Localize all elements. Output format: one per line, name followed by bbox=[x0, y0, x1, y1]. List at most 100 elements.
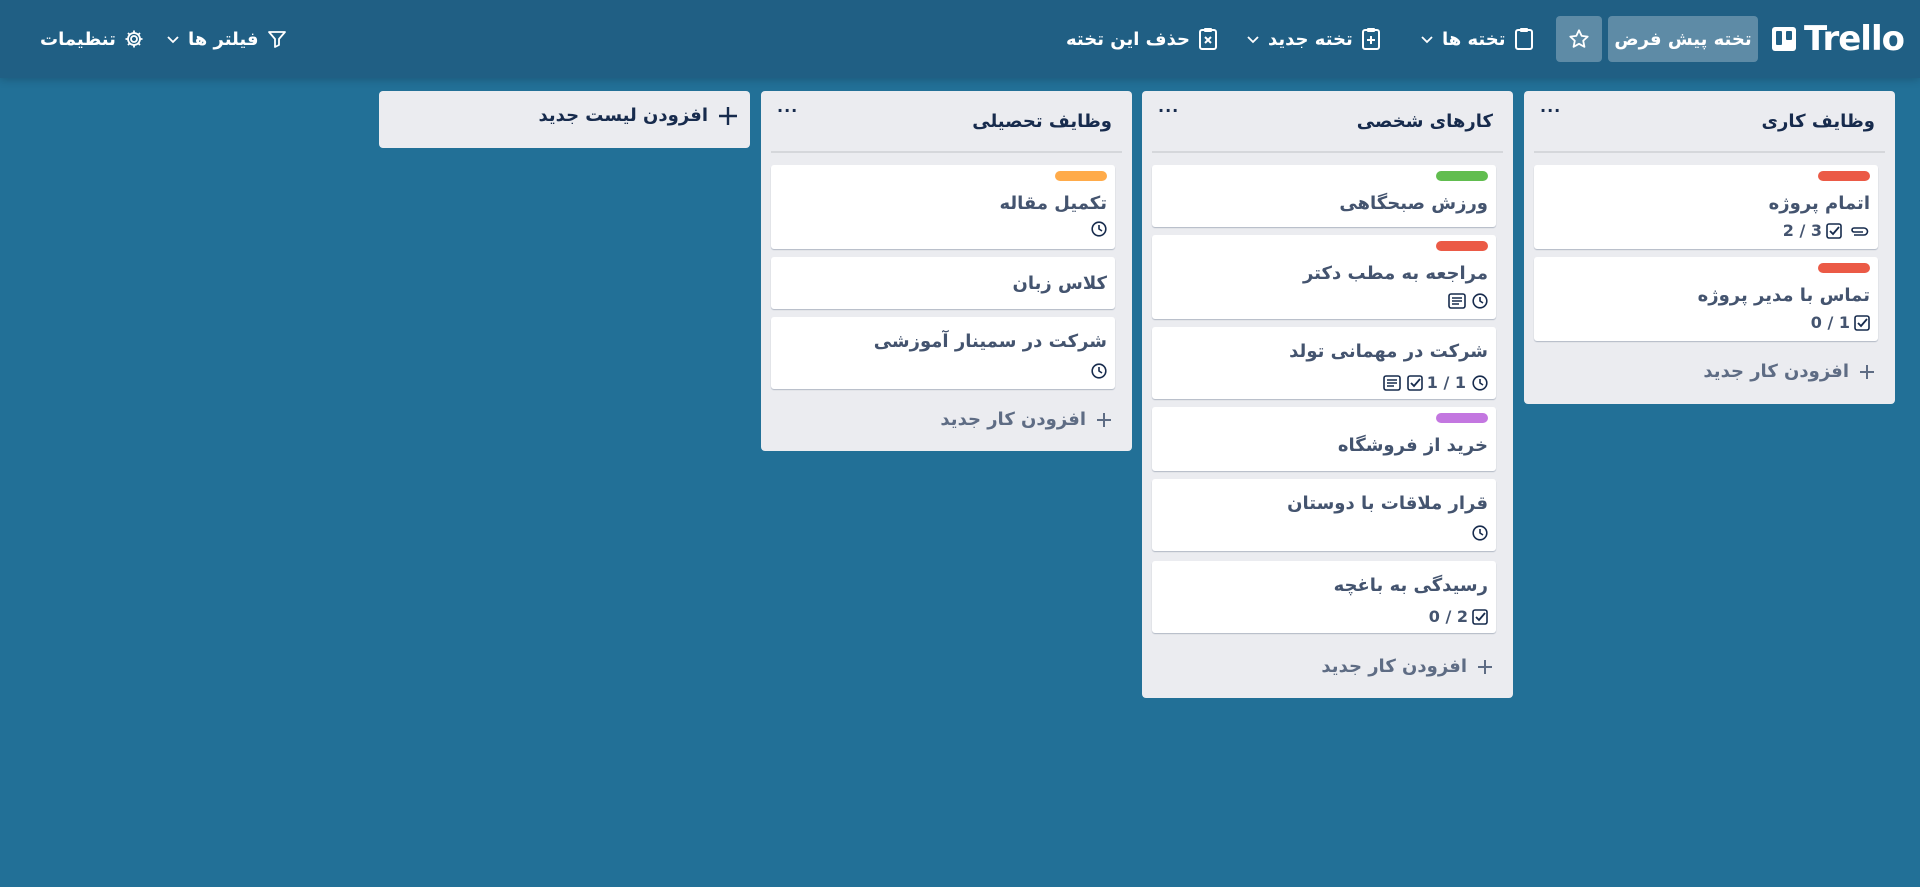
checklist-count: 2 / 3 bbox=[1782, 221, 1822, 240]
list-divider bbox=[1534, 151, 1885, 153]
clock-icon bbox=[1472, 293, 1488, 309]
card-language-class[interactable]: کلاس زبان bbox=[771, 257, 1115, 309]
checkbox-icon bbox=[1854, 314, 1870, 331]
chevron-down-icon bbox=[1246, 32, 1260, 46]
card-morning-exercise[interactable]: ورزش صبحگاهی bbox=[1152, 165, 1496, 227]
description-icon bbox=[1448, 293, 1466, 309]
list-study-tasks: وظایف تحصیلی ··· تکمیل مقاله کلاس زبان ش… bbox=[761, 91, 1132, 451]
checklist-badge: 1 / 1 bbox=[1406, 373, 1466, 392]
plus-icon bbox=[1477, 659, 1493, 675]
add-card-label: افزودن کار جدید bbox=[1321, 656, 1467, 677]
add-list-content: افزودن لیست جدید bbox=[539, 105, 738, 126]
card-doctor-visit[interactable]: مراجعه به مطب دکتر bbox=[1152, 235, 1496, 319]
card-finish-article[interactable]: تکمیل مقاله bbox=[771, 165, 1115, 249]
card-title: خرید از فروشگاه bbox=[1337, 435, 1488, 456]
clipboard-x-icon bbox=[1198, 27, 1218, 51]
settings-button[interactable]: تنظیمات bbox=[40, 16, 144, 62]
card-label bbox=[1818, 171, 1870, 181]
card-title: مراجعه به مطب دکتر bbox=[1302, 263, 1488, 284]
clock-icon bbox=[1472, 525, 1488, 541]
card-title: قرار ملاقات با دوستان bbox=[1287, 493, 1488, 514]
card-label bbox=[1436, 241, 1488, 251]
chevron-down-icon bbox=[166, 32, 180, 46]
add-card-button[interactable]: افزودن کار جدید bbox=[1703, 361, 1875, 382]
list-title: وظایف تحصیلی bbox=[972, 111, 1112, 132]
list-work-tasks: وظایف کاری ··· اتمام پروژه 2 / 3 تماس با… bbox=[1524, 91, 1895, 404]
new-board-button[interactable]: تخته جدید bbox=[1246, 16, 1381, 62]
list-title: کارهای شخصی bbox=[1356, 111, 1493, 132]
card-label bbox=[1436, 171, 1488, 181]
card-label bbox=[1818, 263, 1870, 273]
add-card-label: افزودن کار جدید bbox=[1703, 361, 1849, 382]
add-card-label: افزودن کار جدید bbox=[940, 409, 1086, 430]
card-title: تکمیل مقاله bbox=[999, 193, 1107, 214]
card-title: ورزش صبحگاهی bbox=[1339, 193, 1488, 214]
add-card-button[interactable]: افزودن کار جدید bbox=[940, 409, 1112, 430]
settings-label: تنظیمات bbox=[40, 28, 116, 50]
filter-icon bbox=[267, 29, 287, 49]
logo-text: Trello bbox=[1804, 19, 1905, 59]
card-garden[interactable]: رسیدگی به باغچه 0 / 2 bbox=[1152, 561, 1496, 633]
card-call-project-manager[interactable]: تماس با مدیر پروژه 0 / 1 bbox=[1534, 257, 1878, 341]
trello-logo-icon bbox=[1772, 27, 1796, 51]
card-meet-friends[interactable]: قرار ملاقات با دوستان bbox=[1152, 479, 1496, 551]
list-menu-button[interactable]: ··· bbox=[1540, 101, 1561, 120]
paperclip-icon bbox=[1848, 224, 1870, 238]
checkbox-icon bbox=[1472, 608, 1488, 625]
card-badges: 0 / 2 bbox=[1429, 607, 1488, 626]
boards-label: تخته ها bbox=[1442, 28, 1506, 50]
clipboard-icon bbox=[1514, 27, 1534, 51]
clock-icon bbox=[1472, 374, 1488, 391]
filters-label: فیلتر ها bbox=[188, 28, 259, 50]
plus-icon bbox=[1859, 364, 1875, 380]
card-seminar[interactable]: شرکت در سمینار آموزشی bbox=[771, 317, 1115, 389]
delete-board-label: حذف این تخته bbox=[1066, 28, 1190, 50]
add-list-label: افزودن لیست جدید bbox=[538, 105, 708, 126]
checkbox-icon bbox=[1826, 222, 1842, 239]
clock-icon bbox=[1091, 221, 1107, 237]
card-badges bbox=[1472, 525, 1488, 541]
list-personal-tasks: کارهای شخصی ··· ورزش صبحگاهی مراجعه به م… bbox=[1142, 91, 1513, 698]
add-card-button[interactable]: افزودن کار جدید bbox=[1321, 656, 1493, 677]
gear-icon bbox=[124, 29, 144, 49]
card-badges: 0 / 1 bbox=[1811, 313, 1870, 332]
card-title: شرکت در مهمانی تولد bbox=[1289, 341, 1488, 362]
delete-board-button[interactable]: حذف این تخته bbox=[1066, 16, 1218, 62]
list-divider bbox=[1152, 151, 1503, 153]
list-menu-button[interactable]: ··· bbox=[1158, 101, 1179, 120]
add-list-button[interactable]: افزودن لیست جدید bbox=[379, 91, 750, 148]
card-title: شرکت در سمینار آموزشی bbox=[873, 331, 1107, 352]
list-menu-button[interactable]: ··· bbox=[777, 101, 798, 120]
list-divider bbox=[771, 151, 1122, 153]
chevron-down-icon bbox=[1420, 32, 1434, 46]
trello-logo[interactable]: Trello bbox=[1772, 16, 1905, 62]
card-label bbox=[1436, 413, 1488, 423]
card-title: رسیدگی به باغچه bbox=[1333, 575, 1488, 596]
new-board-label: تخته جدید bbox=[1268, 28, 1353, 50]
card-shopping[interactable]: خرید از فروشگاه bbox=[1152, 407, 1496, 471]
filters-button[interactable]: فیلتر ها bbox=[166, 16, 287, 62]
card-badges bbox=[1448, 293, 1488, 309]
clipboard-plus-icon bbox=[1361, 27, 1381, 51]
list-title: وظایف کاری bbox=[1761, 111, 1875, 132]
checkbox-icon bbox=[1406, 374, 1423, 391]
checklist-count: 0 / 2 bbox=[1428, 607, 1468, 626]
checklist-badge: 2 / 3 bbox=[1783, 221, 1842, 240]
card-finish-project[interactable]: اتمام پروژه 2 / 3 bbox=[1534, 165, 1878, 249]
card-title: کلاس زبان bbox=[1012, 273, 1107, 294]
card-badges: 1 / 1 bbox=[1382, 373, 1488, 392]
card-title: تماس با مدیر پروژه bbox=[1697, 285, 1870, 306]
card-birthday-party[interactable]: شرکت در مهمانی تولد 1 / 1 bbox=[1152, 327, 1496, 399]
clock-icon bbox=[1091, 363, 1107, 379]
board-select-button[interactable]: تخته پیش فرض bbox=[1608, 16, 1758, 62]
description-icon bbox=[1382, 374, 1401, 391]
boards-menu-button[interactable]: تخته ها bbox=[1420, 16, 1534, 62]
card-label bbox=[1055, 171, 1107, 181]
plus-icon bbox=[718, 106, 738, 126]
top-header: Trello تخته پیش فرض تخته ها تخته جدید حذ… bbox=[0, 0, 1920, 78]
checklist-badge: 0 / 1 bbox=[1811, 313, 1870, 332]
star-icon bbox=[1568, 28, 1590, 50]
card-badges: 2 / 3 bbox=[1783, 221, 1870, 240]
star-board-button[interactable] bbox=[1556, 16, 1602, 62]
card-badges bbox=[1091, 363, 1107, 379]
